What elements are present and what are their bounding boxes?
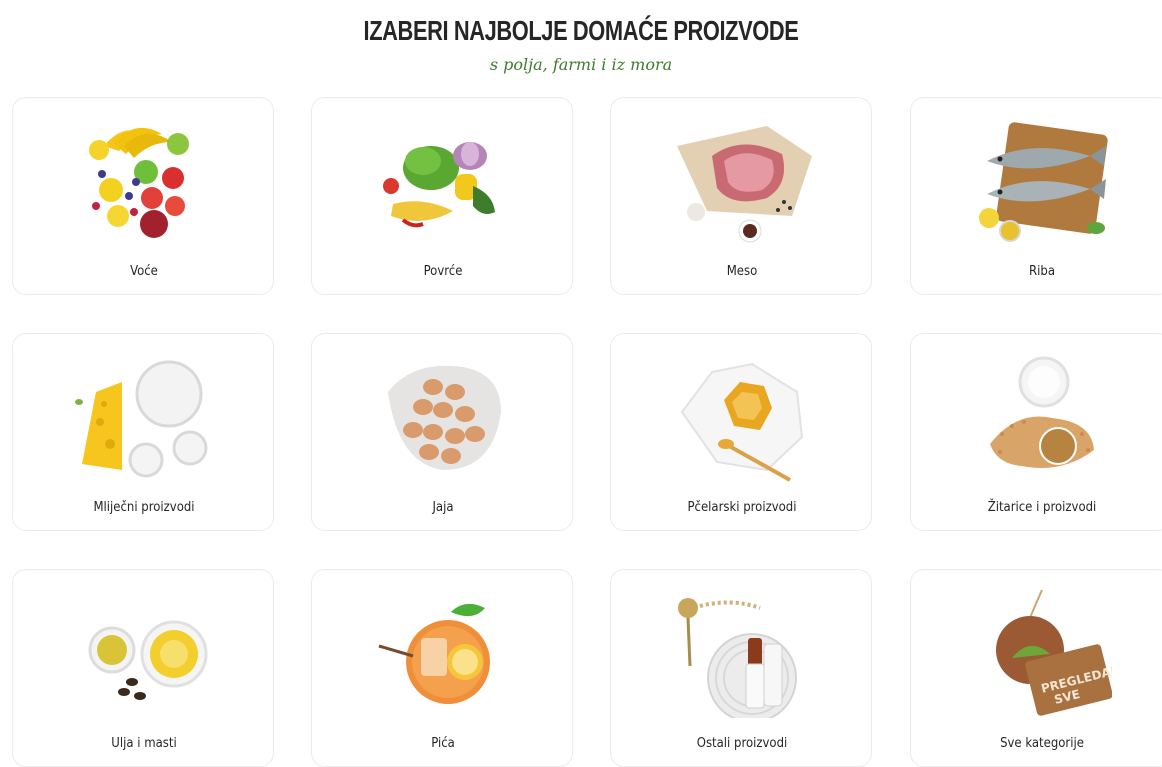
category-label: Povrće (423, 264, 463, 279)
category-card-ulja[interactable]: Ulja i masti (12, 569, 274, 767)
category-card-pica[interactable]: Pića (311, 569, 573, 767)
dairy-icon (75, 360, 208, 478)
category-label: Žitarice i proizvodi (987, 500, 1097, 515)
honey-icon (680, 362, 804, 482)
category-card-pcelarski[interactable]: Pčelarski proizvodi (610, 333, 872, 531)
other-products-icon (678, 598, 797, 718)
category-label: Ostali proizvodi (696, 736, 788, 751)
category-card-zitarice[interactable]: Žitarice i proizvodi (910, 333, 1162, 531)
drink-icon (378, 603, 490, 704)
category-label: Voće (130, 264, 158, 279)
fruit-icon (89, 127, 189, 238)
category-card-voce[interactable]: Voće (12, 97, 274, 295)
category-card-ostali[interactable]: Ostali proizvodi (610, 569, 872, 767)
meat-icon (677, 126, 812, 243)
fish-icon (979, 122, 1108, 242)
category-label: Mliječni proizvodi (93, 500, 195, 515)
grains-icon (990, 356, 1094, 468)
eggs-icon (388, 365, 501, 470)
category-label: Pića (431, 736, 455, 751)
category-label: Pčelarski proizvodi (687, 500, 797, 515)
category-card-riba[interactable]: Riba (910, 97, 1162, 295)
vegetables-icon (383, 142, 495, 228)
category-label: Meso (726, 264, 758, 279)
all-categories-icon: PREGLEDAJ SVE (996, 589, 1112, 716)
category-label: Ulja i masti (111, 736, 177, 751)
oil-icon (88, 620, 208, 700)
category-card-jaja[interactable]: Jaja (311, 333, 573, 531)
category-label: Riba (1029, 264, 1055, 279)
category-label: Sve kategorije (1000, 736, 1084, 751)
category-card-sve[interactable]: PREGLEDAJ SVE Sve kategorije (910, 569, 1162, 767)
page-title: IZABERI NAJBOLJE DOMAĆE PROIZVODE (363, 15, 799, 46)
category-card-mlijecni[interactable]: Mliječni proizvodi (12, 333, 274, 531)
category-label: Jaja (432, 500, 454, 515)
category-card-povrce[interactable]: Povrće (311, 97, 573, 295)
category-card-meso[interactable]: Meso (610, 97, 872, 295)
page-subtitle: s polja, farmi i iz mora (489, 55, 673, 74)
